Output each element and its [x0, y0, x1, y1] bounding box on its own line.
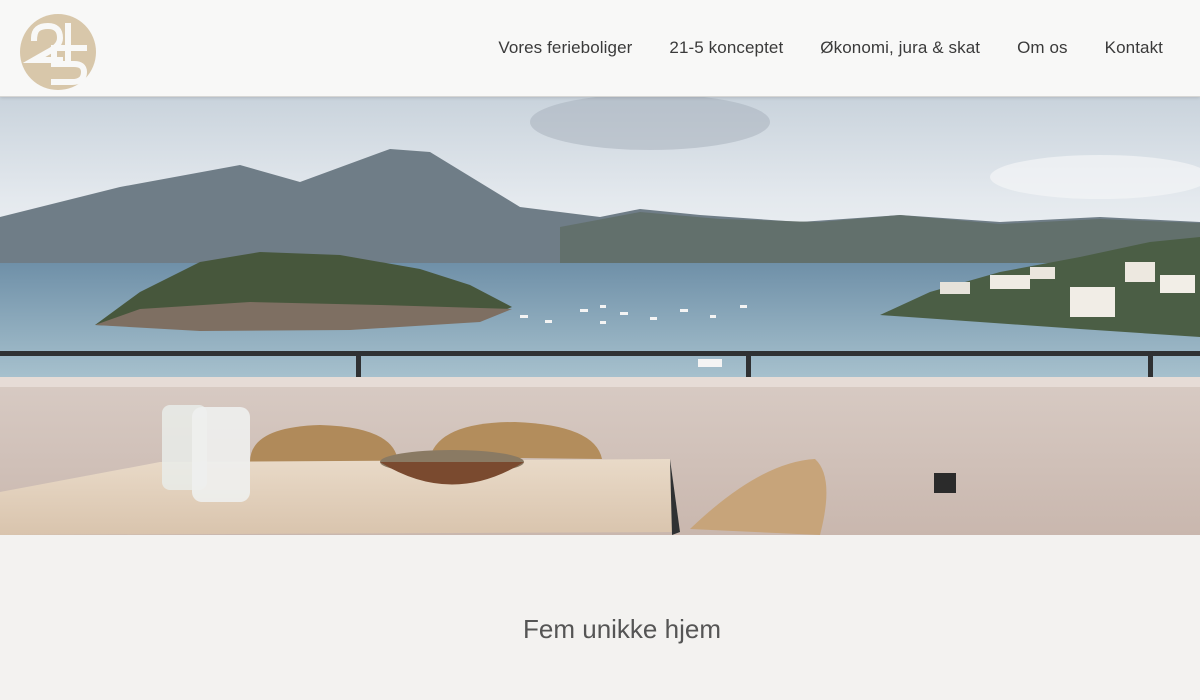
- hero-photo-icon: [0, 97, 1200, 535]
- logo-mark-icon: [20, 14, 96, 90]
- nav-item-okonomi[interactable]: Økonomi, jura & skat: [820, 38, 980, 58]
- nav-item-om-os[interactable]: Om os: [1017, 38, 1068, 58]
- hero-image: [0, 97, 1200, 535]
- logo[interactable]: [18, 14, 98, 90]
- main-nav: Vores ferieboliger 21-5 konceptet Økonom…: [498, 0, 1200, 96]
- section-title: Fem unikke hjem: [523, 614, 721, 644]
- nav-item-kontakt[interactable]: Kontakt: [1105, 38, 1163, 58]
- nav-item-ferieboliger[interactable]: Vores ferieboliger: [498, 38, 632, 58]
- nav-item-konceptet[interactable]: 21-5 konceptet: [669, 38, 783, 58]
- site-header: Vores ferieboliger 21-5 konceptet Økonom…: [0, 0, 1200, 97]
